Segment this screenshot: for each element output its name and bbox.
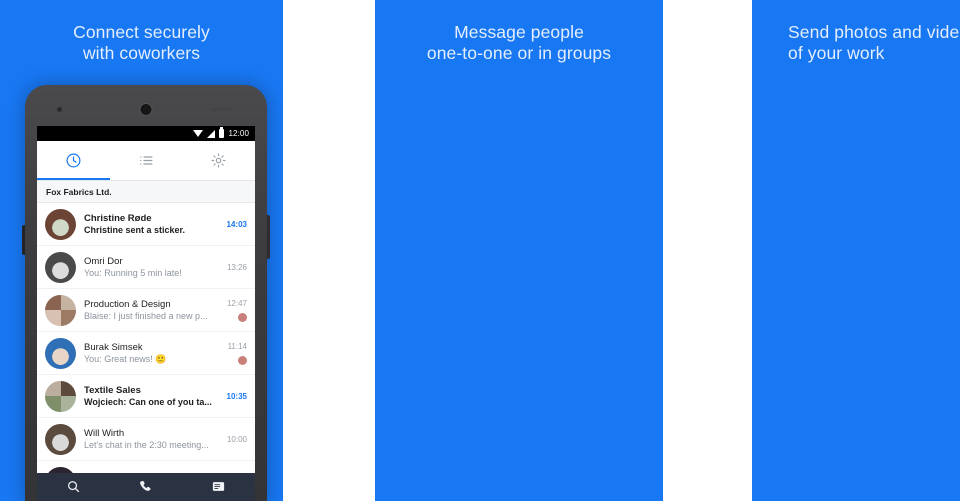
avatar-tile (45, 294, 61, 310)
tab-settings[interactable] (182, 141, 255, 180)
chat-item-name: Textile Sales (84, 385, 141, 396)
avatar-tile (45, 310, 61, 326)
earpiece-speaker (211, 108, 233, 111)
avatar-tile (60, 380, 76, 396)
chat-item-meta: 14:03 (227, 220, 247, 229)
avatar-tile (60, 396, 76, 412)
chat-item-preview: Wojciech: Can one of you ta... (84, 397, 212, 407)
avatar (45, 294, 76, 326)
avatar-tile (60, 294, 76, 310)
chat-item-preview: Blaise: I just finished a new p... (84, 311, 208, 321)
avatar (45, 251, 76, 283)
chat-list-item[interactable]: Will Wirth Let's chat in the 2:30 meeting… (37, 418, 255, 461)
chat-item-name: Will Wirth (84, 428, 125, 439)
chat-item-preview: You: Running 5 min late! (84, 268, 182, 278)
chat-item-time: 14:03 (226, 219, 247, 229)
chat-item-text: Omri Dor You: Running 5 min late! (84, 256, 221, 278)
gear-icon (211, 153, 226, 168)
wifi-icon (193, 130, 204, 137)
status-bar-clock: 12:00 (228, 129, 249, 138)
chat-item-meta: 10:00 (227, 435, 247, 444)
phone-icon[interactable] (138, 479, 153, 499)
app-store-screenshot-gallery: Connect securely with coworkers 12:00 Fo… (0, 0, 960, 501)
search-icon[interactable] (66, 479, 81, 499)
chat-item-text: Will Wirth Let's chat in the 2:30 meeting… (84, 428, 221, 450)
chat-item-text: Burak Simsek You: Great news! 🙂 (84, 342, 222, 365)
chat-list-item[interactable]: Burak Simsek You: Great news! 🙂 11:14 (37, 332, 255, 375)
panel-3-title: Send photos and videos of your work (788, 22, 960, 63)
chat-list-item[interactable]: Christine Røde Christine sent a sticker. 1… (37, 203, 255, 246)
list-icon (139, 156, 152, 165)
chat-list-item[interactable]: Omri Dor You: Running 5 min late! 13:26 (37, 246, 255, 289)
chat-item-text: Production & Design Blaise: I just finish… (84, 299, 221, 321)
android-status-bar: 12:00 (37, 126, 255, 141)
message-icon[interactable] (211, 479, 226, 499)
phone-1-screen: 12:00 Fox Fabrics Ltd. Christine Røde Ch… (37, 126, 255, 501)
avatar (45, 208, 76, 240)
power-button (267, 215, 270, 259)
avatar-tile (45, 380, 61, 396)
promo-panel-2: Message people one-to-one or in groups 1… (375, 0, 663, 501)
seen-avatar (238, 355, 247, 365)
chat-item-preview: Let's chat in the 2:30 meeting... (84, 440, 209, 450)
chat-item-name: Burak Simsek (84, 341, 143, 353)
chat-item-preview: You: Great news! 🙂 (84, 353, 167, 364)
avatar (45, 337, 76, 369)
avatar-tile (45, 396, 61, 412)
tab-bar (37, 141, 255, 181)
battery-icon (219, 127, 225, 138)
chat-list[interactable]: Christine Røde Christine sent a sticker. 1… (37, 203, 255, 501)
tab-contacts[interactable] (110, 141, 183, 180)
chat-item-time: 10:00 (226, 434, 247, 444)
chat-list-item[interactable]: Textile Sales Wojciech: Can one of you ta… (37, 375, 255, 418)
avatar (45, 423, 76, 455)
panel-2-title: Message people one-to-one or in groups (426, 22, 612, 63)
chat-list-item[interactable]: Production & Design Blaise: I just finish… (37, 289, 255, 332)
workplace-name: Fox Fabrics Ltd. (46, 186, 112, 197)
volume-button (22, 225, 25, 255)
clock-icon (66, 153, 81, 168)
active-tab-indicator (37, 177, 110, 180)
proximity-sensor (57, 107, 62, 112)
phone-mockup-1: 12:00 Fox Fabrics Ltd. Christine Røde Ch… (22, 85, 270, 501)
chat-item-preview: Christine sent a sticker. (84, 225, 186, 235)
tab-recent[interactable] (37, 141, 110, 180)
promo-panel-1: Connect securely with coworkers 12:00 Fo… (0, 0, 283, 501)
chat-item-time: 12:47 (226, 298, 247, 308)
chat-item-meta: 10:35 (227, 392, 247, 401)
chat-item-time: 13:26 (226, 262, 247, 272)
signal-icon (207, 129, 216, 138)
avatar (45, 380, 76, 412)
chat-item-text: Textile Sales Wojciech: Can one of you ta… (84, 385, 221, 407)
chat-item-meta: 11:14 (228, 342, 247, 365)
chat-item-meta: 12:47 (227, 299, 247, 322)
front-camera-icon (139, 103, 153, 116)
chat-item-time: 10:35 (226, 391, 247, 401)
chat-item-name: Production & Design (84, 299, 171, 310)
bottom-navigation-bar (37, 473, 255, 501)
promo-panel-3: Send photos and videos of your work (752, 0, 960, 501)
chat-item-name: Christine Røde (84, 213, 152, 224)
chat-item-meta: 13:26 (227, 263, 247, 272)
chat-item-text: Christine Røde Christine sent a sticker. (84, 213, 221, 235)
chat-item-time: 11:14 (227, 341, 247, 351)
chat-item-name: Omri Dor (84, 256, 123, 267)
workplace-name-header: Fox Fabrics Ltd. (37, 181, 255, 203)
seen-avatar (238, 312, 247, 322)
panel-1-title: Connect securely with coworkers (73, 22, 210, 63)
avatar-tile (60, 310, 76, 326)
